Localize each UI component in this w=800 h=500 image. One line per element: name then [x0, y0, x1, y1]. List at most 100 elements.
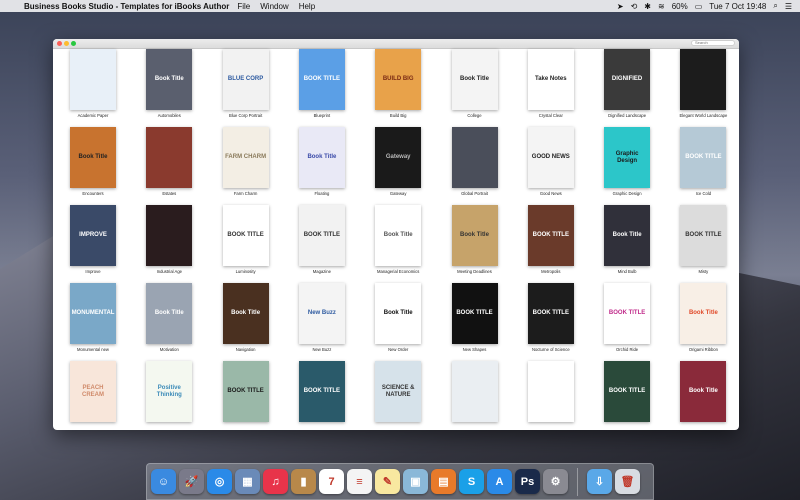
- template-tile[interactable]: Gateway Gateway: [360, 127, 436, 196]
- template-tile[interactable]: Book Title Mind Bulb: [589, 205, 665, 274]
- template-tile[interactable]: BOOK TITLE Luminosity: [208, 205, 284, 274]
- template-tile[interactable]: Book Title Navigation: [208, 283, 284, 352]
- template-thumbnail[interactable]: BOOK TITLE: [298, 361, 345, 422]
- spotlight-icon[interactable]: ⌕: [773, 1, 777, 11]
- template-tile[interactable]: BOOK TITLE Ice Cold: [665, 127, 739, 196]
- template-thumbnail[interactable]: Positive Thinking: [146, 361, 193, 422]
- ibooks-author-icon[interactable]: ▮: [291, 469, 316, 494]
- trash-icon[interactable]: 🗑: [615, 469, 640, 494]
- template-thumbnail[interactable]: BOOK TITLE: [298, 49, 345, 110]
- template-tile[interactable]: Book Title Floating: [284, 127, 360, 196]
- template-tile[interactable]: Industrial Age: [131, 205, 207, 274]
- close-button[interactable]: [57, 41, 62, 46]
- template-thumbnail[interactable]: BOOK TITLE: [604, 283, 651, 344]
- template-thumbnail[interactable]: BUILD BIG: [375, 49, 422, 110]
- template-tile[interactable]: SCIENCE & NATURE: [360, 361, 436, 422]
- safari-icon[interactable]: ◎: [207, 469, 232, 494]
- battery-icon[interactable]: ▭: [695, 2, 703, 11]
- template-thumbnail[interactable]: SCIENCE & NATURE: [375, 361, 422, 422]
- template-tile[interactable]: Book Title Managerial Economics: [360, 205, 436, 274]
- template-thumbnail[interactable]: Book Title: [298, 127, 345, 188]
- wifi-icon[interactable]: ≋: [658, 2, 665, 11]
- template-thumbnail[interactable]: MONUMENTAL: [70, 283, 116, 344]
- template-tile[interactable]: FARM CHARM Farm Charm: [208, 127, 284, 196]
- bluetooth-icon[interactable]: ✱: [644, 2, 651, 11]
- template-tile[interactable]: BOOK TITLE: [589, 361, 665, 422]
- template-thumbnail[interactable]: Book Title: [70, 127, 116, 188]
- template-tile[interactable]: MONUMENTAL Monumental new: [55, 283, 131, 352]
- template-tile[interactable]: BLUE CORP Blue Corp Portrait: [208, 49, 284, 118]
- template-thumbnail[interactable]: BOOK TITLE: [527, 205, 574, 266]
- clock[interactable]: Tue 7 Oct 19:48: [709, 2, 766, 11]
- template-tile[interactable]: New Buzz New Buzz: [284, 283, 360, 352]
- business-books-studio-icon[interactable]: ▤: [431, 469, 456, 494]
- menu-window[interactable]: Window: [260, 2, 288, 11]
- notification-center-icon[interactable]: ☰: [785, 2, 792, 11]
- template-tile[interactable]: Book Title Encounters: [55, 127, 131, 196]
- template-thumbnail[interactable]: IMPROVE: [70, 205, 116, 266]
- template-tile[interactable]: BOOK TITLE Nocturne of Science: [513, 283, 589, 352]
- skype-icon[interactable]: S: [459, 469, 484, 494]
- template-tile[interactable]: Book Title Automobiles: [131, 49, 207, 118]
- template-tile[interactable]: BOOK TITLE Magazine: [284, 205, 360, 274]
- template-thumbnail[interactable]: BOOK TITLE: [451, 283, 498, 344]
- notes-icon[interactable]: ✎: [375, 469, 400, 494]
- downloads-folder-icon[interactable]: ⇩: [587, 469, 612, 494]
- system-preferences-icon[interactable]: ⚙: [543, 469, 568, 494]
- menu-file[interactable]: File: [237, 2, 250, 11]
- itunes-icon[interactable]: ♫: [263, 469, 288, 494]
- template-thumbnail[interactable]: BLUE CORP: [222, 49, 269, 110]
- template-thumbnail[interactable]: [451, 361, 498, 422]
- template-tile[interactable]: BOOK TITLE Misty: [665, 205, 739, 274]
- template-thumbnail[interactable]: Book Title: [451, 49, 498, 110]
- template-thumbnail[interactable]: Book Title: [680, 361, 727, 422]
- template-thumbnail[interactable]: BOOK TITLE: [604, 361, 651, 422]
- template-tile[interactable]: BOOK TITLE Orchid Ride: [589, 283, 665, 352]
- template-tile[interactable]: PEACH CREAM: [55, 361, 131, 422]
- preview-photos-icon[interactable]: ▣: [403, 469, 428, 494]
- template-thumbnail[interactable]: BOOK TITLE: [222, 361, 269, 422]
- template-tile[interactable]: Book Title Motivation: [131, 283, 207, 352]
- template-tile[interactable]: Estates: [131, 127, 207, 196]
- launchpad-icon[interactable]: 🚀: [179, 469, 204, 494]
- template-tile[interactable]: Graphic Design Graphic Design: [589, 127, 665, 196]
- template-tile[interactable]: BOOK TITLE Blueprint: [284, 49, 360, 118]
- template-thumbnail[interactable]: Book Title: [375, 283, 422, 344]
- template-thumbnail[interactable]: [146, 205, 193, 266]
- template-thumbnail[interactable]: [680, 49, 727, 110]
- template-tile[interactable]: Academic Paper: [55, 49, 131, 118]
- title-bar[interactable]: [53, 39, 739, 49]
- template-thumbnail[interactable]: [451, 127, 498, 188]
- template-tile[interactable]: Book Title: [665, 361, 739, 422]
- zoom-button[interactable]: [71, 41, 76, 46]
- template-thumbnail[interactable]: Book Title: [451, 205, 498, 266]
- location-icon[interactable]: ➤: [617, 2, 624, 11]
- calendar-icon[interactable]: 7: [319, 469, 344, 494]
- app-menu[interactable]: Business Books Studio - Templates for iB…: [24, 2, 229, 11]
- finder-icon[interactable]: ☺: [151, 469, 176, 494]
- template-thumbnail[interactable]: Book Title: [222, 283, 269, 344]
- template-tile[interactable]: [513, 361, 589, 422]
- template-tile[interactable]: Book Title Meeting Deadlines: [437, 205, 513, 274]
- app-store-icon[interactable]: A: [487, 469, 512, 494]
- template-thumbnail[interactable]: PEACH CREAM: [70, 361, 116, 422]
- template-thumbnail[interactable]: Book Title: [146, 283, 193, 344]
- template-tile[interactable]: BOOK TITLE Metropolis: [513, 205, 589, 274]
- template-thumbnail[interactable]: Book Title: [146, 49, 193, 110]
- template-thumbnail[interactable]: FARM CHARM: [222, 127, 269, 188]
- menu-help[interactable]: Help: [299, 2, 315, 11]
- template-tile[interactable]: DIGNIFIED Dignified Landscape: [589, 49, 665, 118]
- template-thumbnail[interactable]: GOOD NEWS: [527, 127, 574, 188]
- template-thumbnail[interactable]: [527, 361, 574, 422]
- template-thumbnail[interactable]: BOOK TITLE: [222, 205, 269, 266]
- template-thumbnail[interactable]: Book Title: [604, 205, 651, 266]
- template-thumbnail[interactable]: DIGNIFIED: [604, 49, 651, 110]
- template-thumbnail[interactable]: BOOK TITLE: [527, 283, 574, 344]
- template-tile[interactable]: Book Title Origami Ribbon: [665, 283, 739, 352]
- template-tile[interactable]: BOOK TITLE: [208, 361, 284, 422]
- template-thumbnail[interactable]: New Buzz: [298, 283, 345, 344]
- template-tile[interactable]: IMPROVE Improve: [55, 205, 131, 274]
- template-thumbnail[interactable]: Gateway: [375, 127, 422, 188]
- template-tile[interactable]: Positive Thinking: [131, 361, 207, 422]
- template-tile[interactable]: Book Title New Order: [360, 283, 436, 352]
